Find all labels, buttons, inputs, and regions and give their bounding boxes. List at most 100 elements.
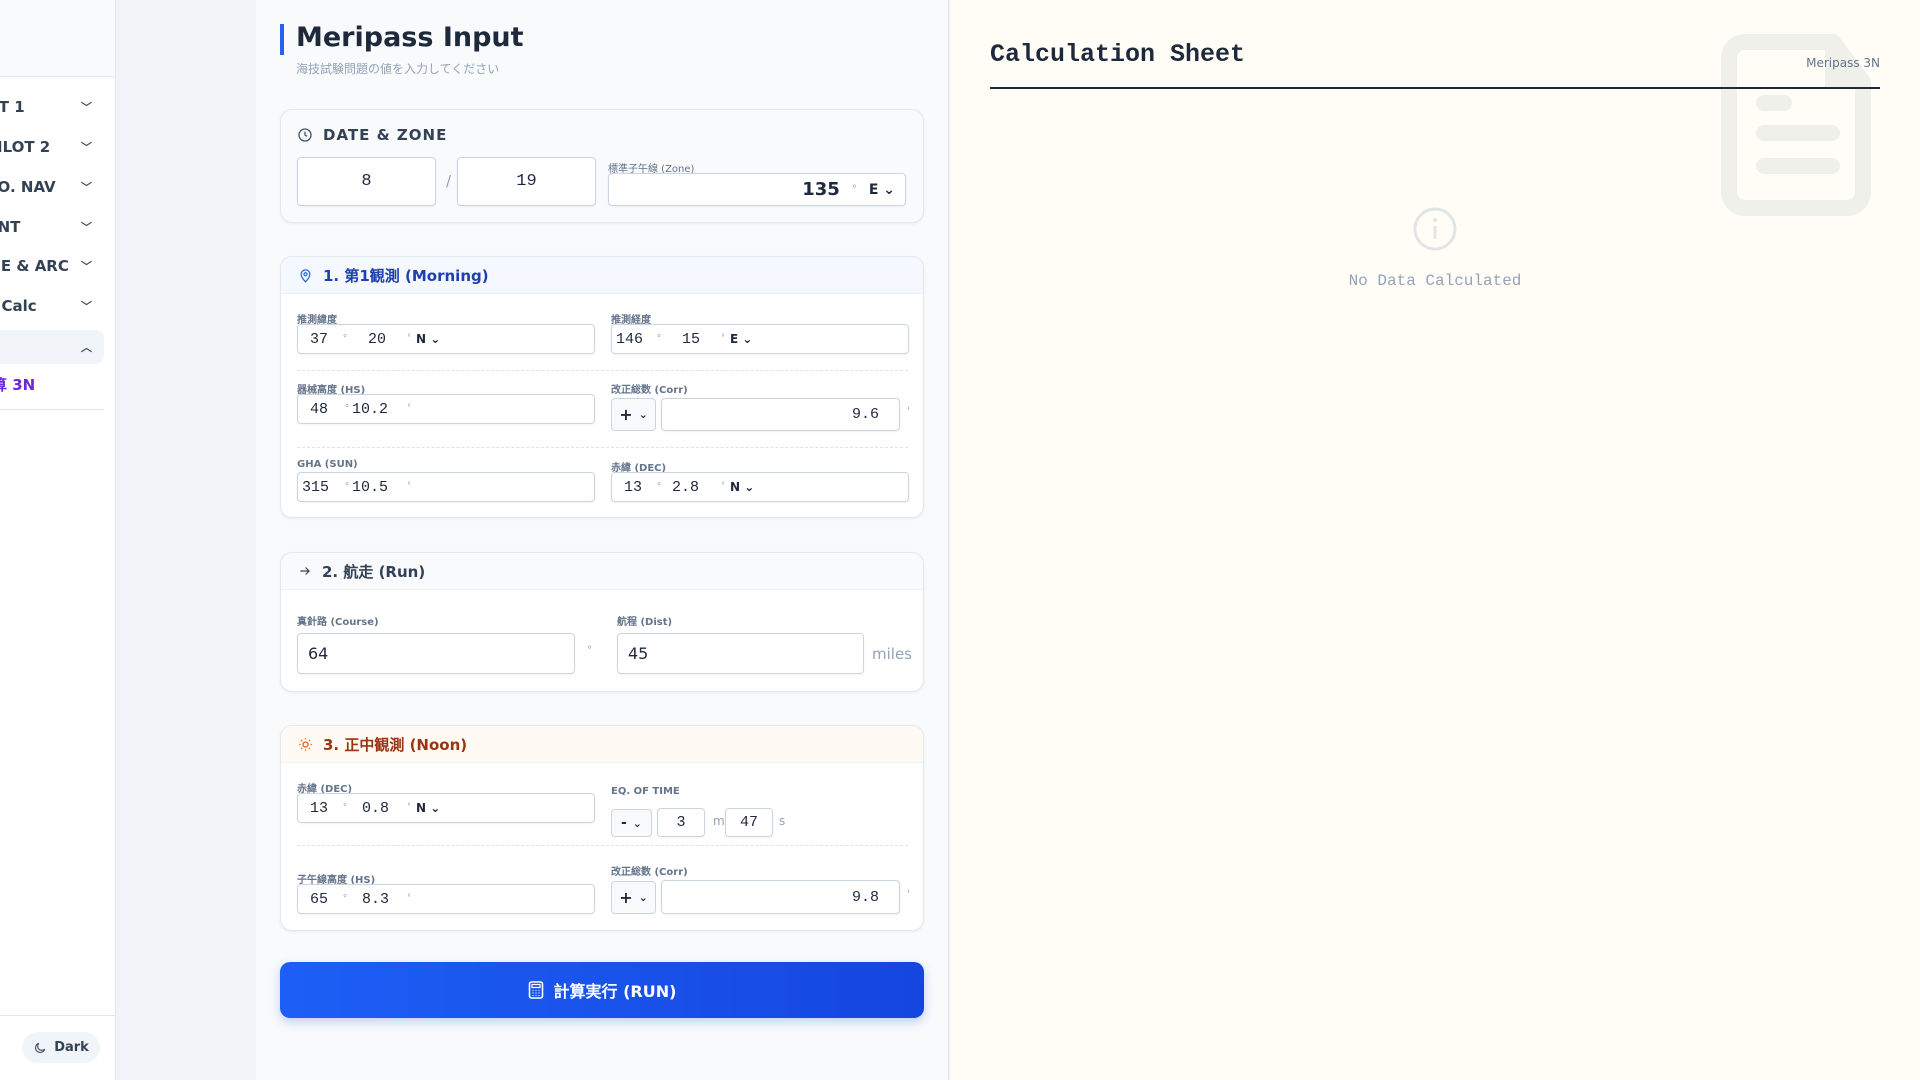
eot-sign-select[interactable]: - ⌄ [611,809,652,837]
min-unit: ' [406,802,413,814]
min-unit: ' [907,406,910,417]
deg-unit: ° [344,481,351,493]
min-unit: ' [720,481,727,493]
min-unit: ' [406,403,413,415]
chevron-down-icon: ﹀ [81,141,92,154]
deg-unit: ° [851,184,857,195]
sidebar-item-5[interactable]: ME & ARC ﹀ [0,249,104,283]
section-title: DATE & ZONE [323,126,448,144]
lon-min[interactable]: 15 [682,331,720,348]
sidebar-item-6[interactable]: E Calc ﹀ [0,289,104,323]
eot-min-input[interactable]: 3 [657,808,705,837]
dec-deg[interactable]: 13 [624,479,656,496]
deg-unit: ° [342,333,349,345]
deg-unit: ° [656,333,663,345]
chevron-down-icon: ﹀ [81,260,92,273]
run-button[interactable]: 計算実行 (RUN) [280,962,924,1018]
dec-min[interactable]: 0.8 [362,800,406,817]
min-unit: ' [406,333,413,345]
dec-dir-select[interactable]: N ⌄ [730,480,754,494]
map-pin-icon [300,268,311,283]
lon-field[interactable]: 146 ° 15 ' E ⌄ [611,324,909,354]
gha-field[interactable]: 315 ° 10.5 ' [297,472,595,502]
month-input[interactable]: 8 [297,157,436,206]
hs-deg[interactable]: 48 [310,401,344,418]
sidebar-item-2[interactable]: PILOT 2 ﹀ [0,130,104,164]
corr-input[interactable]: 9.8 [661,880,900,914]
day-input[interactable]: 19 [457,157,596,206]
dark-label: Dark [54,1040,89,1055]
sidebar: OT 1 ﹀ PILOT 2 ﹀ RO. NAV ﹀ ANT ﹀ ME & ARC ﹀ E… [0,0,116,1080]
label: OT 1 [0,98,25,116]
divider [297,447,908,448]
chevron-up-icon: ︿ [81,341,92,354]
lat-dir-select[interactable]: N ⌄ [416,332,440,346]
lat-dir: N [416,332,427,346]
zone-dir: E [868,181,879,198]
sidebar-item-4[interactable]: ANT ﹀ [0,210,104,244]
sheet-tag: Meripass 3N [1806,56,1880,70]
zone-field[interactable]: 135 ° E ⌄ [608,173,906,206]
sidebar-subitem-active[interactable]: 算 3N [0,374,35,395]
corr-input[interactable]: 9.6 [661,398,900,431]
calculator-icon [528,981,543,999]
page-subtitle: 海技試験問題の値を入力してください [296,62,500,76]
label: M [0,338,1,356]
min-unit: ' [406,893,413,905]
gha-min[interactable]: 10.5 [352,479,406,496]
lat-min[interactable]: 20 [368,331,406,348]
course-input[interactable]: 64 [297,633,575,674]
dist-input[interactable]: 45 [617,633,864,674]
corr-label: 改正総数 (Corr) [611,385,688,396]
sidebar-item-7-expanded[interactable]: M︿ [0,330,104,364]
morning-card: 1. 第1観測 (Morning) 推測緯度 37 ° 20 ' N ⌄ 推測経度 14… [280,256,924,518]
dec-deg[interactable]: 13 [310,800,342,817]
noon-dec-field[interactable]: 13 ° 0.8 ' N ⌄ [297,793,595,823]
corr-sign: + [619,888,633,907]
dec-dir: N [416,801,427,815]
dec-field[interactable]: 13 ° 2.8 ' N ⌄ [611,472,909,502]
hs-min[interactable]: 8.3 [362,891,406,908]
course-label: 真針路 (Course) [297,617,379,628]
section-title: 1. 第1観測 (Morning) [323,266,489,285]
lon-deg[interactable]: 146 [616,331,656,348]
sidebar-item-3[interactable]: RO. NAV ﹀ [0,170,104,204]
label: ANT [0,218,21,236]
hs-min[interactable]: 10.2 [352,401,406,418]
section-title: 2. 航走 (Run) [322,562,426,581]
arrow-right-icon [300,567,310,575]
dist-label: 航程 (Dist) [617,617,673,628]
deg-unit: ° [344,403,351,415]
corr-label: 改正総数 (Corr) [611,867,688,878]
corr-sign-select[interactable]: + ⌄ [611,881,656,914]
label: RO. NAV [0,178,56,196]
zone-dir-select[interactable]: E ⌄ [869,182,895,198]
date-separator: / [446,172,452,190]
gha-deg[interactable]: 315 [302,479,344,496]
dark-mode-toggle[interactable]: Dark [22,1032,100,1063]
empty-state-text: No Data Calculated [1348,272,1522,290]
moon-icon [35,1042,46,1053]
hs-field[interactable]: 48 ° 10.2 ' [297,394,595,424]
page-title: Meripass Input [296,22,524,53]
eot-sec-input[interactable]: 47 [725,808,773,837]
miles-unit: miles [872,645,912,663]
lat-deg[interactable]: 37 [310,331,342,348]
dec-dir: N [730,480,741,494]
dec-dir-select[interactable]: N ⌄ [416,801,440,815]
lat-field[interactable]: 37 ° 20 ' N ⌄ [297,324,595,354]
zone-value[interactable]: 135 [802,179,840,200]
deg-unit: ° [342,893,349,905]
sidebar-item-1[interactable]: OT 1 ﹀ [0,90,104,124]
min-unit: ' [406,481,413,493]
hs-deg[interactable]: 65 [310,891,342,908]
noon-hs-field[interactable]: 65 ° 8.3 ' [297,884,595,914]
divider [0,409,104,410]
lon-dir: E [730,332,739,346]
corr-sign-select[interactable]: + ⌄ [611,398,656,431]
chevron-down-icon: ﹀ [81,300,92,313]
divider [297,370,908,371]
title-rule [990,87,1880,89]
dec-min[interactable]: 2.8 [672,479,720,496]
lon-dir-select[interactable]: E ⌄ [730,332,752,346]
